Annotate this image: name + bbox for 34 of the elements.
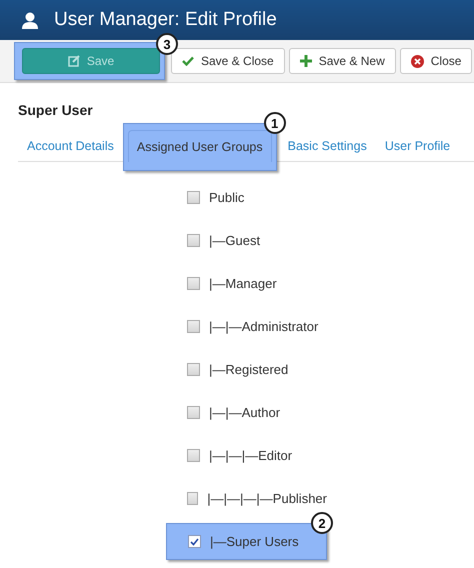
checkbox[interactable]: [187, 406, 200, 419]
checkbox[interactable]: [187, 449, 200, 462]
group-label: |—Registered: [209, 362, 288, 377]
tab[interactable]: Account Details: [18, 138, 123, 161]
user-name: Super User: [18, 102, 93, 118]
tab[interactable]: Basic Settings: [278, 138, 376, 161]
checkbox[interactable]: [187, 277, 200, 290]
tab[interactable]: Assigned User Groups: [128, 130, 272, 162]
toolbar-button[interactable]: Close: [400, 48, 472, 74]
callout-badge: 1: [264, 112, 286, 134]
group-label: |—Guest: [209, 233, 260, 248]
checkbox[interactable]: [188, 535, 201, 548]
plus-icon: [300, 55, 312, 67]
group-label: |—|—|—|—Publisher: [207, 491, 327, 506]
group-label: |—Super Users: [210, 534, 299, 549]
toolbar-button[interactable]: Save & Close: [171, 48, 285, 74]
tab[interactable]: User Profile: [376, 138, 460, 161]
user-icon: [22, 12, 38, 28]
checkbox[interactable]: [187, 320, 200, 333]
close-icon: [410, 54, 424, 68]
checkbox[interactable]: [187, 191, 200, 204]
toolbar-button[interactable]: Save & New: [288, 48, 396, 74]
group-label: |—|—Author: [209, 405, 280, 420]
check-icon: [182, 56, 194, 66]
edit-icon: [68, 55, 80, 67]
group-label: |—|—|—Editor: [209, 448, 292, 463]
group-label: Public: [209, 190, 244, 205]
page-title: User Manager: Edit Profile: [54, 9, 277, 31]
group-label: |—|—Administrator: [209, 319, 318, 334]
callout-badge: 2: [311, 512, 333, 534]
checkbox[interactable]: [187, 492, 198, 505]
checkbox[interactable]: [187, 363, 200, 376]
group-label: |—Manager: [209, 276, 277, 291]
checkbox[interactable]: [187, 234, 200, 247]
